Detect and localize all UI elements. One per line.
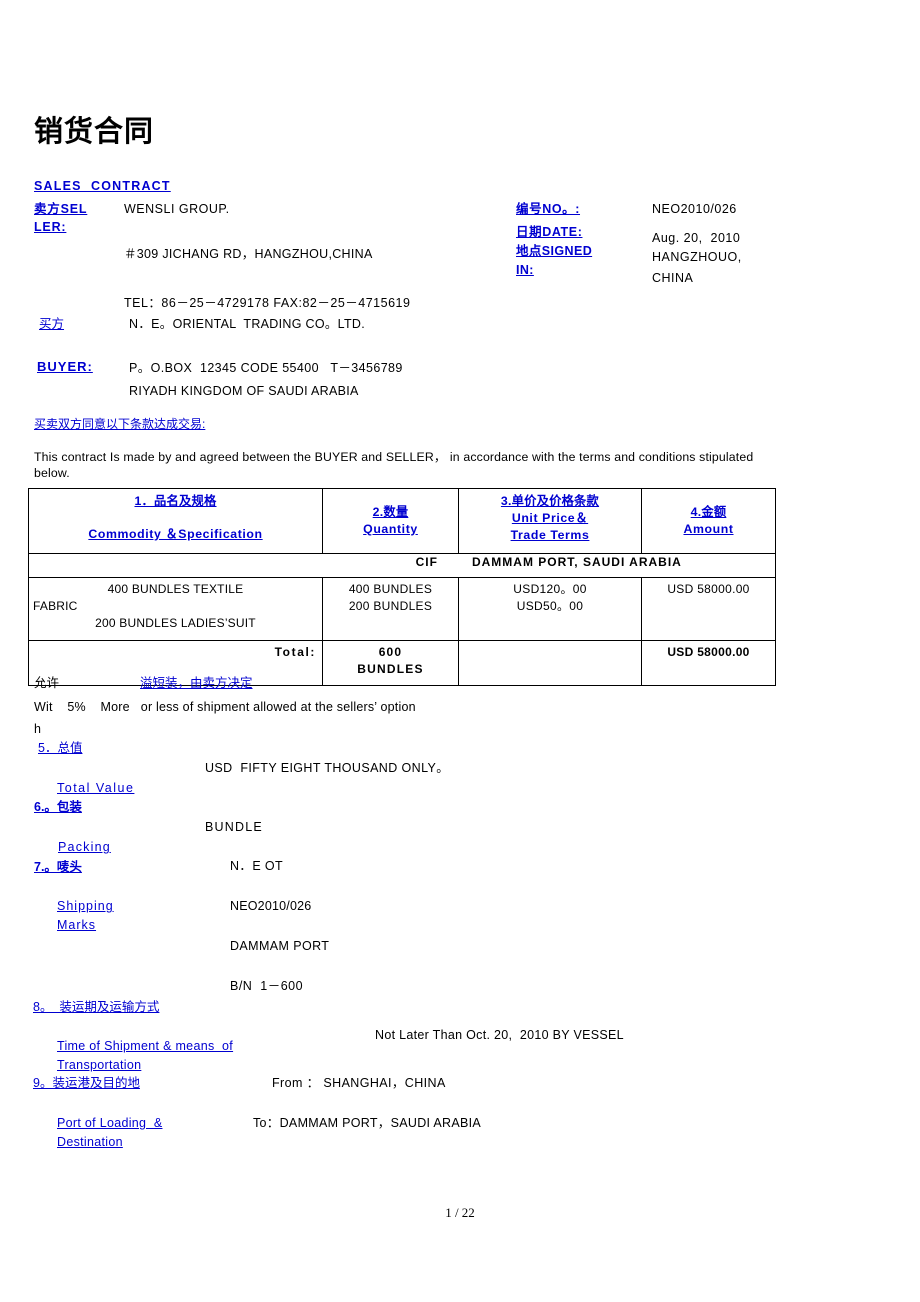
seller-name: WENSLI GROUP.: [124, 202, 230, 216]
clause-packing-label-en: Packing: [58, 840, 111, 854]
terms-cell-cif: CIF DAMMAM PORT, SAUDI ARABIA: [322, 553, 776, 578]
header-commodity-en: Commodity ＆Specification: [88, 527, 263, 541]
header-cell-amount: 4.金额 Amount: [641, 488, 776, 554]
total-quantity-cell: 600 BUNDLES: [322, 640, 459, 686]
page-number-footer: 1 / 22: [445, 1205, 475, 1220]
document-page: 销货合同 SALES CONTRACT 卖方SEL LER: WENSLI GR…: [0, 0, 920, 1302]
clause-shipping-marks-label-line2: Marks: [57, 918, 97, 932]
table-row: 400 BUNDLES TEXTILE FABRIC 200 BUNDLES L…: [28, 577, 776, 641]
cell-unit-price: USD120。00 USD50。00: [458, 577, 642, 641]
contract-no-label: 编号NO。:: [516, 202, 581, 216]
clause-ports-label-line2: Destination: [57, 1135, 123, 1149]
header-quantity-en: Quantity: [363, 522, 418, 536]
table-header-row: 1．品名及规格 Commodity ＆Specification 2.数量 Qu…: [28, 488, 776, 554]
header-amount-cn: 4.金额: [690, 505, 727, 519]
clause-tolerance-body-line2: h: [34, 722, 41, 736]
total-unit-price-cell: [458, 640, 642, 686]
clause-packing-value: BUNDLE: [205, 820, 263, 834]
clause-shipment-time-label-line2: Transportation: [57, 1058, 142, 1072]
terms-incoterm: CIF: [415, 555, 438, 569]
clause-tolerance-label-cn: 允许: [34, 676, 60, 690]
total-amount-cell: USD 58000.00: [641, 640, 776, 686]
cell-quantity: 400 BUNDLES 200 BUNDLES: [322, 577, 459, 641]
unit-price-line-1: USD120。00: [513, 582, 587, 596]
terms-destination: DAMMAM PORT, SAUDI ARABIA: [471, 555, 682, 569]
signed-in-value-line1: HANGZHOUO,: [652, 250, 742, 264]
agreement-body: This contract Is made by and agreed betw…: [34, 450, 754, 480]
contract-date-value: Aug. 20, 2010: [652, 231, 741, 245]
signed-in-label-line1: 地点SIGNED: [516, 244, 593, 258]
clause-total-value-value: USD FIFTY EIGHT THOUSAND ONLY。: [205, 761, 450, 775]
clause-shipping-marks-number: 7.。唛头: [34, 860, 82, 874]
commodity-line-3: 200 BUNDLES LADIES’SUIT: [95, 616, 256, 630]
clause-ports-value-line1: From ： SHANGHAI，CHINA: [272, 1076, 446, 1090]
clause-shipping-marks-value-line2: NEO2010/026: [230, 899, 312, 913]
cell-commodity: 400 BUNDLES TEXTILE FABRIC 200 BUNDLES L…: [28, 577, 323, 641]
page-title: 销货合同: [34, 114, 155, 148]
buyer-label-en: BUYER:: [37, 359, 93, 374]
agreement-heading: 买卖双方同意以下条款达成交易:: [34, 417, 206, 431]
clause-tolerance-body-line1: Wit 5% More or less of shipment allowed …: [34, 700, 416, 714]
clause-shipping-marks-value-line3: DAMMAM PORT: [230, 939, 330, 953]
cell-amount: USD 58000.00: [641, 577, 776, 641]
header-cell-unit-price: 3.单价及价格条款 Unit Price＆ Trade Terms: [458, 488, 642, 554]
clause-ports-number: 9。装运港及目的地: [33, 1076, 140, 1090]
seller-label-line1: 卖方SEL: [34, 202, 88, 216]
clause-shipment-time-value: Not Later Than Oct. 20, 2010 BY VESSEL: [375, 1028, 624, 1042]
total-quantity-line-1: 600: [378, 645, 403, 659]
sales-contract-heading: SALES CONTRACT: [34, 179, 171, 193]
contract-date-label: 日期DATE:: [516, 225, 583, 239]
seller-contact: TEL：86－25－4729178 FAX:82－25－4715619: [124, 296, 411, 310]
commodity-line-1: 400 BUNDLES TEXTILE: [107, 582, 244, 596]
table-terms-row: CIF DAMMAM PORT, SAUDI ARABIA: [28, 553, 776, 578]
seller-label-line2: LER:: [34, 220, 67, 234]
buyer-address-line2: RIYADH KINGDOM OF SAUDI ARABIA: [129, 384, 359, 398]
clause-shipping-marks-label-line1: Shipping: [57, 899, 114, 913]
header-trade-terms-en: Trade Terms: [510, 528, 590, 542]
contract-no-value: NEO2010/026: [652, 202, 737, 216]
clause-shipment-time-label-line1: Time of Shipment & means of: [57, 1039, 234, 1053]
goods-table: 1．品名及规格 Commodity ＆Specification 2.数量 Qu…: [28, 488, 776, 686]
header-unit-price-en: Unit Price＆: [511, 511, 589, 525]
buyer-name: N．E。ORIENTAL TRADING CO。LTD.: [129, 317, 366, 331]
unit-price-line-2: USD50。00: [516, 599, 584, 613]
clause-total-value-number: 5．总值: [38, 741, 83, 755]
clause-shipping-marks-value-line1: N．E OT: [230, 859, 284, 873]
clause-ports-label-line1: Port of Loading &: [57, 1116, 163, 1130]
header-commodity-cn: 1．品名及规格: [134, 494, 217, 508]
clause-shipping-marks-value-line4: B/N 1－600: [230, 979, 304, 993]
header-unit-price-cn: 3.单价及价格条款: [500, 494, 600, 508]
buyer-address-line1: P。O.BOX 12345 CODE 55400 T－3456789: [129, 361, 403, 375]
header-cell-commodity: 1．品名及规格 Commodity ＆Specification: [28, 488, 323, 554]
seller-address: ＃309 JICHANG RD，HANGZHOU,CHINA: [124, 247, 373, 261]
clause-tolerance-label-link: 溢短装，由卖方决定: [140, 676, 253, 690]
quantity-line-1: 400 BUNDLES: [348, 582, 433, 596]
total-quantity-line-2: BUNDLES: [357, 662, 424, 676]
buyer-label-cn: 买方: [39, 317, 65, 331]
clause-packing-number: 6.。包装: [34, 800, 82, 814]
clause-total-value-label-en: Total Value: [57, 781, 135, 795]
clause-shipment-time-number: 8。 装运期及运输方式: [33, 1000, 160, 1014]
amount-value: USD 58000.00: [667, 582, 750, 596]
commodity-line-2: FABRIC: [33, 599, 78, 613]
clause-ports-value-line2: To：DAMMAM PORT，SAUDI ARABIA: [253, 1116, 482, 1130]
header-quantity-cn: 2.数量: [372, 505, 409, 519]
header-amount-en: Amount: [683, 522, 734, 536]
signed-in-label-line2: IN:: [516, 263, 534, 277]
header-cell-quantity: 2.数量 Quantity: [322, 488, 459, 554]
quantity-line-2: 200 BUNDLES: [348, 599, 433, 613]
terms-cell-empty: [28, 553, 323, 578]
signed-in-value-line2: CHINA: [652, 271, 694, 285]
